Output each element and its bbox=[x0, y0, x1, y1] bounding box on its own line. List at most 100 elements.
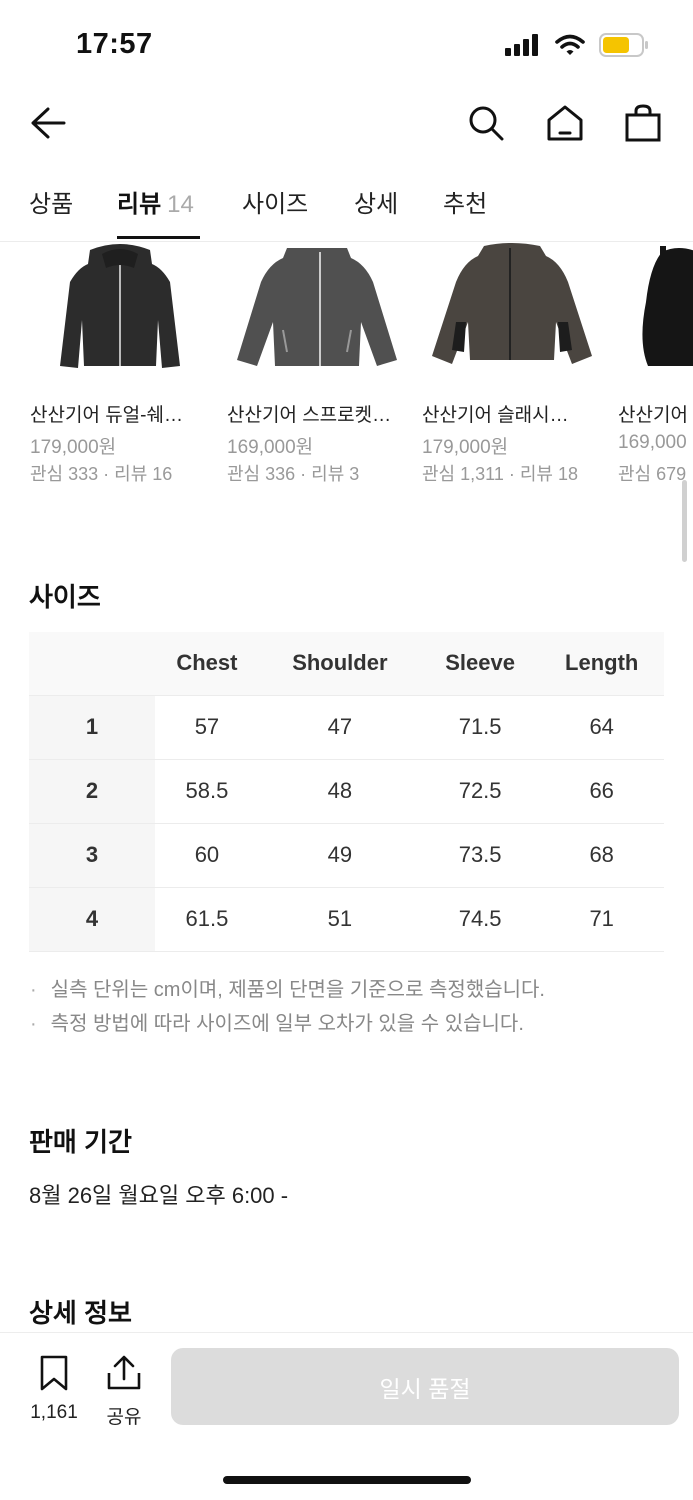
soldout-button[interactable]: 일시 품절 bbox=[171, 1348, 679, 1425]
product-image bbox=[422, 242, 602, 384]
table-row: 3 60 49 73.5 68 bbox=[29, 822, 664, 887]
product-carousel[interactable]: 산산기어 듀얼-쉐… 179,000원 관심 333 · 리뷰 16 산산기어 … bbox=[0, 242, 693, 502]
table-cell: 64 bbox=[539, 694, 664, 759]
search-button[interactable] bbox=[458, 95, 514, 151]
product-card[interactable]: 산산기어 듀얼-쉐… 179,000원 관심 333 · 리뷰 16 bbox=[30, 242, 210, 484]
home-button[interactable] bbox=[537, 95, 593, 151]
product-name: 산산기어 bbox=[618, 405, 688, 426]
table-cell: 71.5 bbox=[420, 694, 540, 759]
share-button[interactable]: 공유 bbox=[100, 1355, 148, 1429]
size-section-title: 사이즈 bbox=[29, 582, 101, 612]
wifi-icon bbox=[555, 34, 585, 55]
product-name: 산산기어 스프로켓… bbox=[227, 405, 392, 426]
product-meta: 관심 679 bbox=[618, 464, 687, 484]
signal-icon bbox=[505, 34, 538, 56]
table-cell: 71 bbox=[539, 886, 664, 952]
bullet-icon: · bbox=[30, 1013, 37, 1035]
size-label: 2 bbox=[29, 758, 155, 823]
nav-bar bbox=[0, 95, 693, 155]
product-card[interactable]: 산산기어 슬래시… 179,000원 관심 1,311 · 리뷰 18 bbox=[422, 242, 602, 484]
product-price: 179,000원 bbox=[30, 437, 117, 458]
tab-review-label: 리뷰 bbox=[117, 191, 162, 218]
table-cell: 66 bbox=[539, 758, 664, 823]
product-image bbox=[30, 242, 210, 384]
table-cell: 72.5 bbox=[420, 758, 540, 823]
jacket-image bbox=[432, 243, 592, 364]
bookmark-count: 1,161 bbox=[30, 1402, 78, 1423]
table-row: 4 61.5 51 74.5 71 bbox=[29, 886, 664, 952]
tab-recommend[interactable]: 추천 bbox=[443, 184, 487, 219]
tab-review-count: 14 bbox=[167, 191, 194, 218]
search-icon bbox=[469, 106, 504, 141]
tab-product[interactable]: 상품 bbox=[29, 184, 73, 219]
product-card[interactable]: 산산기어 169,000 관심 679 bbox=[618, 242, 693, 484]
bookmark-button[interactable]: 1,161 bbox=[26, 1355, 82, 1424]
product-image bbox=[227, 242, 407, 384]
column-header-shoulder: Shoulder bbox=[258, 632, 421, 695]
table-cell: 73.5 bbox=[420, 822, 540, 887]
sale-period-value: 8월 26일 월요일 오후 6:00 - bbox=[29, 1183, 289, 1208]
table-cell: 58.5 bbox=[155, 758, 259, 823]
product-price: 169,000 bbox=[618, 432, 687, 453]
table-cell: 51 bbox=[258, 886, 421, 952]
product-image bbox=[618, 242, 693, 384]
share-icon bbox=[107, 1355, 141, 1390]
size-notes: · 실측 단위는 cm이며, 제품의 단면을 기준으로 측정했습니다. · 측정 방… bbox=[30, 973, 545, 1041]
tab-size[interactable]: 사이즈 bbox=[242, 184, 308, 219]
tab-detail[interactable]: 상세 bbox=[354, 184, 398, 219]
tab-bar: 상품 리뷰 14 사이즈 상세 추천 bbox=[0, 172, 693, 242]
status-time: 17:57 bbox=[76, 28, 153, 60]
size-label: 1 bbox=[29, 694, 155, 759]
table-cell: 47 bbox=[258, 694, 421, 759]
size-table-header-row: Chest Shoulder Sleeve Length bbox=[29, 632, 664, 695]
bookmark-icon bbox=[40, 1355, 68, 1391]
size-table: Chest Shoulder Sleeve Length 1 57 47 71.… bbox=[29, 632, 664, 952]
table-row: 1 57 47 71.5 64 bbox=[29, 694, 664, 759]
jacket-image bbox=[60, 244, 180, 368]
table-cell: 48 bbox=[258, 758, 421, 823]
product-meta: 관심 333 · 리뷰 16 bbox=[30, 464, 173, 484]
share-label: 공유 bbox=[106, 1407, 142, 1428]
product-price: 179,000원 bbox=[422, 437, 509, 458]
back-button[interactable] bbox=[20, 95, 76, 151]
status-icons bbox=[505, 33, 649, 57]
column-header-chest: Chest bbox=[155, 632, 259, 695]
home-indicator bbox=[223, 1476, 471, 1484]
note-item: · 실측 단위는 cm이며, 제품의 단면을 기준으로 측정했습니다. bbox=[30, 973, 545, 1007]
bullet-icon: · bbox=[30, 979, 37, 1001]
product-meta: 관심 1,311 · 리뷰 18 bbox=[422, 464, 578, 484]
cart-button[interactable] bbox=[615, 95, 671, 151]
table-cell: 57 bbox=[155, 694, 259, 759]
scrollbar[interactable] bbox=[682, 480, 687, 562]
size-label: 4 bbox=[29, 886, 155, 952]
battery-icon bbox=[599, 33, 648, 57]
bottom-action-bar: 1,161 공유 일시 품절 bbox=[0, 1333, 693, 1500]
table-cell: 60 bbox=[155, 822, 259, 887]
status-bar: 17:57 bbox=[0, 0, 693, 90]
product-card[interactable]: 산산기어 스프로켓… 169,000원 관심 336 · 리뷰 3 bbox=[227, 242, 407, 484]
note-text: 측정 방법에 따라 사이즈에 일부 오차가 있을 수 있습니다. bbox=[50, 1013, 524, 1035]
column-header-length: Length bbox=[539, 632, 664, 695]
back-arrow-icon bbox=[31, 107, 66, 139]
column-header-sleeve: Sleeve bbox=[420, 632, 540, 695]
jacket-image bbox=[642, 246, 693, 366]
table-cell: 49 bbox=[258, 822, 421, 887]
table-cell: 74.5 bbox=[420, 886, 540, 952]
size-label: 3 bbox=[29, 822, 155, 887]
table-row: 2 58.5 48 72.5 66 bbox=[29, 758, 664, 823]
table-cell: 68 bbox=[539, 822, 664, 887]
product-name: 산산기어 슬래시… bbox=[422, 405, 569, 426]
table-cell: 61.5 bbox=[155, 886, 259, 952]
note-item: · 측정 방법에 따라 사이즈에 일부 오차가 있을 수 있습니다. bbox=[30, 1007, 545, 1041]
size-table-corner bbox=[29, 632, 155, 695]
note-text: 실측 단위는 cm이며, 제품의 단면을 기준으로 측정했습니다. bbox=[50, 979, 545, 1001]
product-name: 산산기어 듀얼-쉐… bbox=[30, 405, 183, 426]
jacket-image bbox=[237, 248, 397, 366]
product-price: 169,000원 bbox=[227, 437, 314, 458]
detail-info-title: 상세 정보 bbox=[29, 1298, 132, 1328]
tab-review[interactable]: 리뷰 14 bbox=[117, 184, 194, 219]
product-meta: 관심 336 · 리뷰 3 bbox=[227, 464, 360, 484]
sale-period-title: 판매 기간 bbox=[29, 1127, 132, 1157]
home-icon bbox=[547, 105, 583, 141]
shopping-bag-icon bbox=[625, 104, 661, 142]
